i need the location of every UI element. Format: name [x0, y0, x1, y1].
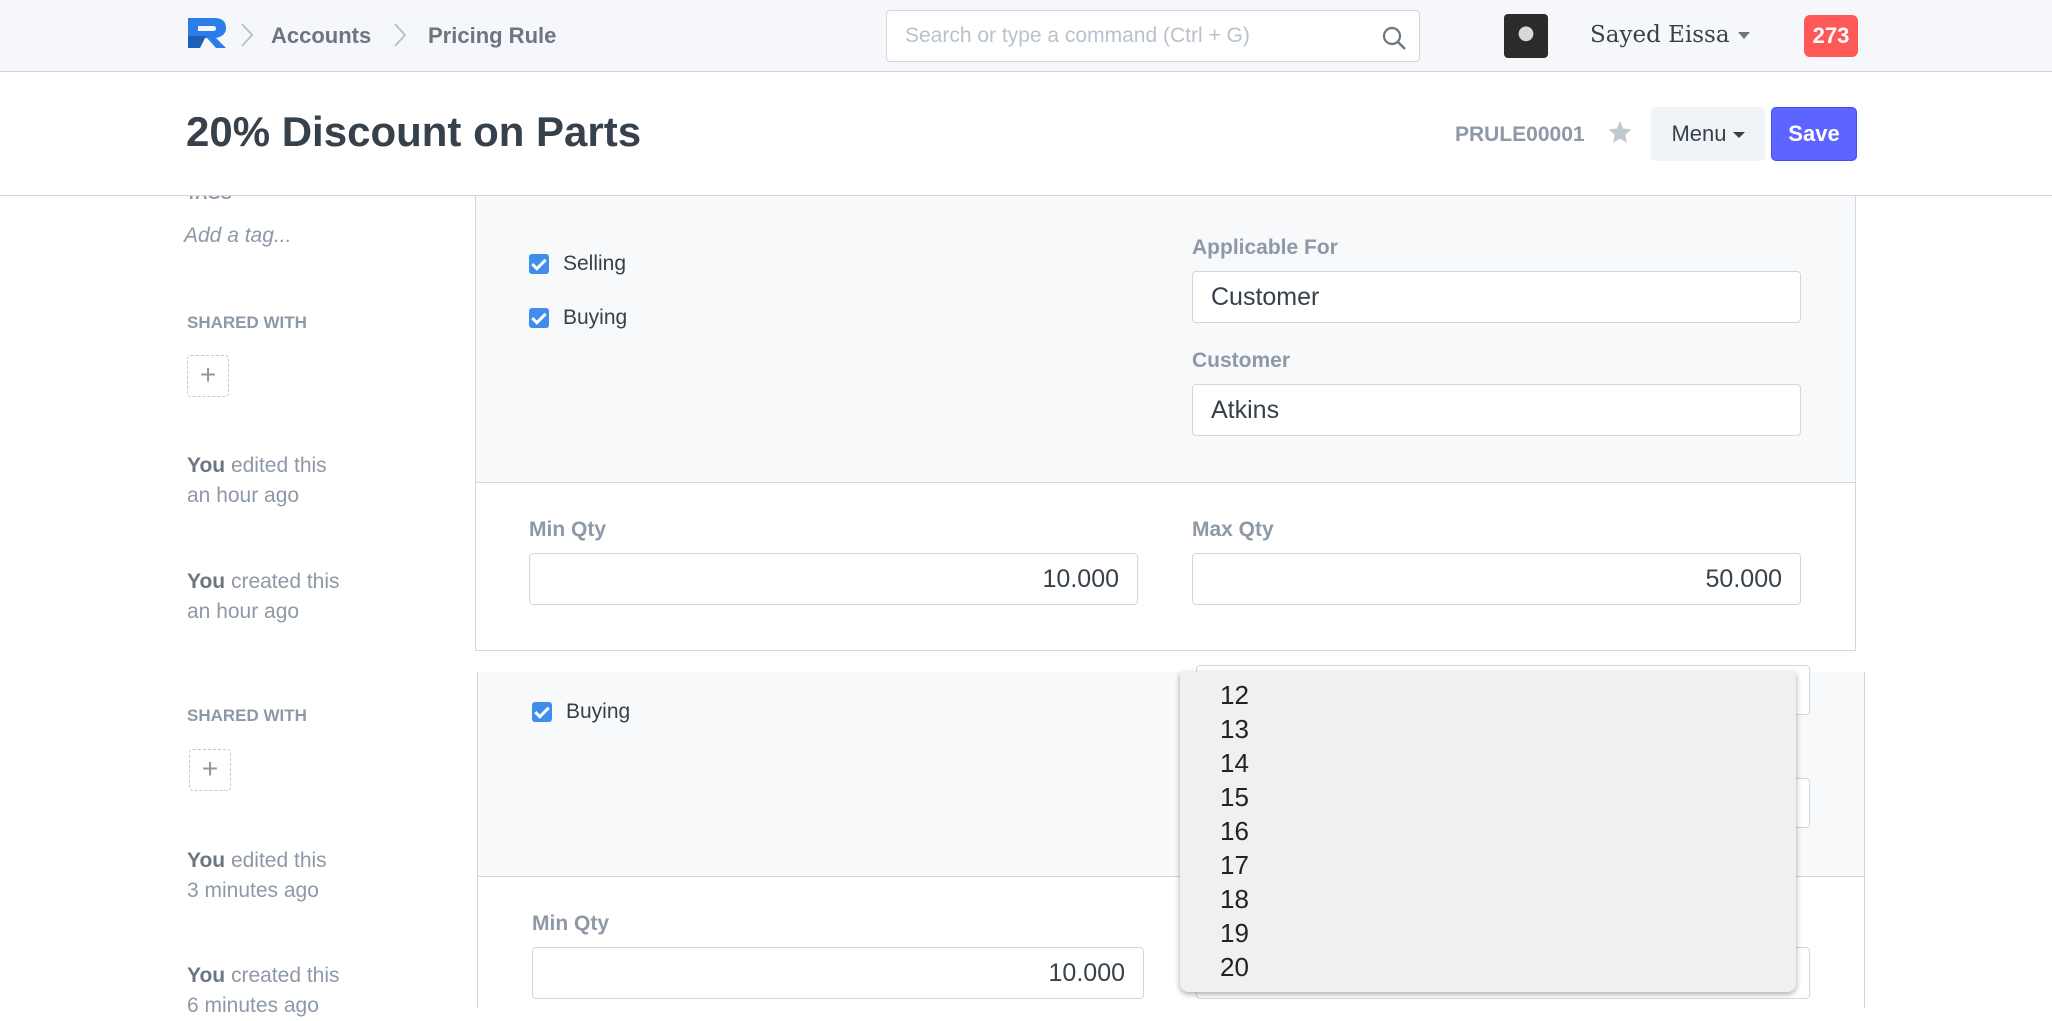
dropdown-option[interactable]: 14 — [1180, 746, 1796, 780]
menu-button[interactable]: Menu — [1651, 107, 1765, 161]
max-qty-label: Max Qty — [1192, 518, 1274, 541]
dropdown-option[interactable]: 13 — [1180, 712, 1796, 746]
page-head: 20% Discount on Parts PRULE00001 Menu Sa… — [0, 72, 2052, 196]
dropdown-option[interactable]: 17 — [1180, 848, 1796, 882]
activity-item: You edited this an hour ago — [187, 451, 327, 511]
search-bar — [886, 10, 1420, 62]
user-name[interactable]: Sayed Eissa — [1590, 22, 1730, 48]
breadcrumb-pricing-rule[interactable]: Pricing Rule — [428, 23, 556, 49]
section-divider — [475, 650, 1856, 651]
customer-field[interactable]: Atkins — [1192, 384, 1801, 436]
selling-checkbox[interactable]: Selling — [529, 252, 626, 276]
buying-label: Buying — [566, 700, 631, 723]
star-icon[interactable] — [1607, 119, 1633, 145]
dropdown-option[interactable]: 15 — [1180, 780, 1796, 814]
activity-actor: You — [187, 454, 226, 477]
chevron-right-icon — [241, 23, 254, 47]
activity-time: an hour ago — [187, 600, 300, 623]
activity-action: edited this — [230, 849, 327, 872]
activity-actor: You — [187, 570, 226, 593]
activity-time: an hour ago — [187, 484, 300, 507]
search-input[interactable] — [887, 11, 1347, 61]
buying-label: Buying — [563, 306, 628, 329]
activity-time: 3 minutes ago — [187, 879, 319, 902]
activity-action: edited this — [230, 454, 327, 477]
add-share-button[interactable]: + — [187, 355, 229, 397]
dropdown-option[interactable]: 12 — [1180, 678, 1796, 712]
activity-action: created this — [230, 570, 340, 593]
dropdown-option[interactable]: 19 — [1180, 916, 1796, 950]
applicable-for-label: Applicable For — [1192, 236, 1338, 259]
dropdown-option[interactable]: 16 — [1180, 814, 1796, 848]
max-qty-field[interactable]: 50.000 — [1192, 553, 1801, 605]
dropdown-option[interactable]: 18 — [1180, 882, 1796, 916]
navbar: Accounts Pricing Rule Sayed Eissa 273 — [0, 0, 2052, 72]
document-id: PRULE00001 — [1455, 123, 1585, 146]
caret-down-icon — [1732, 132, 1745, 139]
breadcrumb-accounts[interactable]: Accounts — [271, 23, 371, 49]
applicable-for-field[interactable]: Customer — [1192, 271, 1801, 323]
avatar[interactable] — [1504, 14, 1548, 58]
user-menu-caret-icon[interactable] — [1738, 32, 1750, 39]
chevron-right-icon — [394, 23, 407, 47]
min-qty-label: Min Qty — [532, 912, 609, 935]
add-share-button[interactable]: + — [189, 749, 231, 791]
shared-with-label: SHARED WITH — [187, 313, 307, 332]
app-logo-icon[interactable] — [186, 16, 228, 50]
activity-item: You created this 6 minutes ago — [187, 961, 340, 1021]
activity-time: 6 minutes ago — [187, 994, 319, 1017]
dropdown-option[interactable]: 20 — [1180, 950, 1796, 984]
notification-badge[interactable]: 273 — [1804, 15, 1858, 57]
activity-actor: You — [187, 964, 226, 987]
search-icon[interactable] — [1381, 25, 1407, 51]
activity-action: created this — [230, 964, 340, 987]
buying-checkbox[interactable]: Buying — [529, 306, 627, 330]
checkbox-checked-icon[interactable] — [529, 254, 549, 274]
min-qty-label: Min Qty — [529, 518, 606, 541]
dropdown-list[interactable]: 12 13 14 15 16 17 18 19 20 — [1180, 672, 1796, 992]
add-tag-link[interactable]: Add a tag... — [184, 224, 291, 248]
shared-with-label: SHARED WITH — [187, 706, 307, 725]
page-title: 20% Discount on Parts — [186, 108, 642, 155]
activity-item: You created this an hour ago — [187, 567, 340, 627]
checkbox-checked-icon[interactable] — [529, 308, 549, 328]
customer-label: Customer — [1192, 349, 1291, 372]
activity-item: You edited this 3 minutes ago — [187, 846, 327, 906]
buying-checkbox[interactable]: Buying — [532, 700, 630, 724]
save-button[interactable]: Save — [1771, 107, 1857, 161]
selling-label: Selling — [563, 252, 627, 275]
form-section-applicability — [475, 196, 1856, 482]
min-qty-field[interactable]: 10.000 — [532, 947, 1144, 999]
activity-actor: You — [187, 849, 226, 872]
checkbox-checked-icon[interactable] — [532, 702, 552, 722]
min-qty-field[interactable]: 10.000 — [529, 553, 1138, 605]
menu-button-label: Menu — [1671, 121, 1727, 146]
